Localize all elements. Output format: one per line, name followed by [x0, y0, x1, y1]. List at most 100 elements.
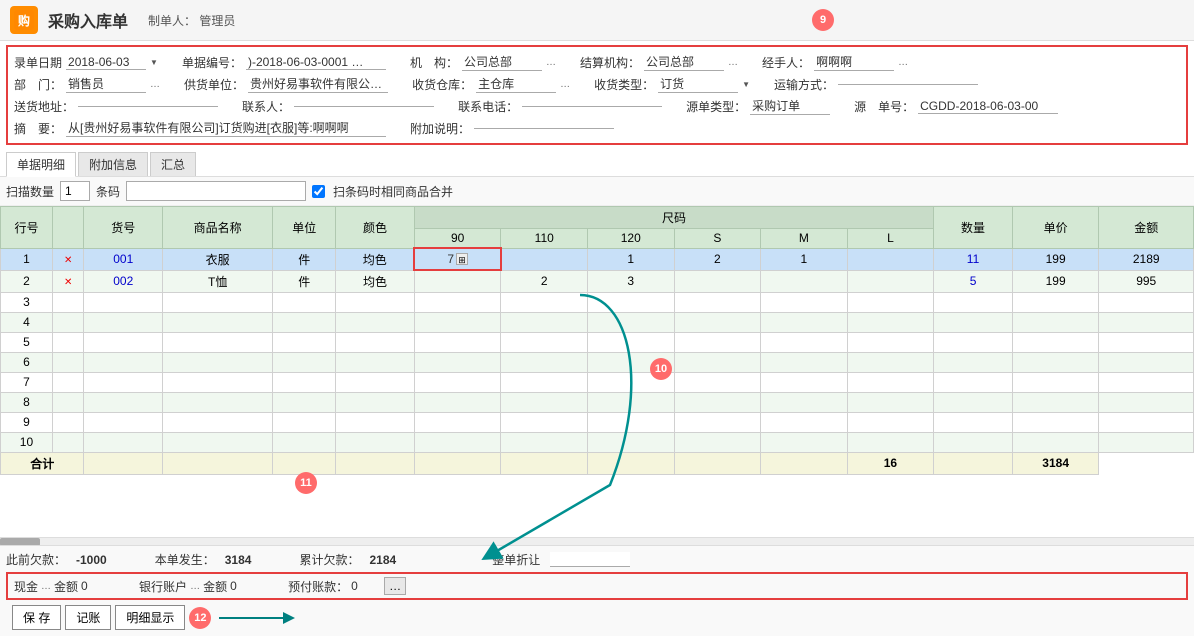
cell-unit-price[interactable]: [1012, 312, 1099, 332]
cell-size-120[interactable]: [588, 372, 675, 392]
docno-value[interactable]: )-2018-06-03-0001 …: [246, 55, 386, 70]
table-row[interactable]: 4: [1, 312, 1194, 332]
cell-size-M[interactable]: [761, 332, 848, 352]
cell-size-M[interactable]: [761, 392, 848, 412]
tab-extra[interactable]: 附加信息: [78, 152, 148, 176]
table-row[interactable]: 7: [1, 372, 1194, 392]
bank-dots[interactable]: …: [190, 581, 200, 592]
cell-goods-no[interactable]: 001: [84, 248, 163, 270]
cell-size-90[interactable]: [414, 332, 501, 352]
cell-size-S[interactable]: [674, 412, 761, 432]
cell-size-S[interactable]: [674, 352, 761, 372]
cell-size-110[interactable]: [501, 392, 588, 412]
cell-size-L[interactable]: [847, 332, 934, 352]
cell-row-icon[interactable]: [52, 412, 83, 432]
table-row[interactable]: 2✕002T恤件均色235199995: [1, 270, 1194, 292]
cell-size-L[interactable]: [847, 372, 934, 392]
warehouse-value[interactable]: 主仓库: [476, 75, 556, 93]
table-row[interactable]: 6: [1, 352, 1194, 372]
cell-goods-no[interactable]: [84, 292, 163, 312]
memo-value[interactable]: 从[贵州好易事软件有限公司]订货购进[衣服]等:啊啊啊: [66, 119, 386, 137]
cash-amount-value[interactable]: 0: [81, 579, 111, 593]
cell-size-S[interactable]: [674, 372, 761, 392]
extra-value[interactable]: [474, 128, 614, 129]
cell-size-M[interactable]: [761, 352, 848, 372]
table-row[interactable]: 8: [1, 392, 1194, 412]
contact-value[interactable]: [294, 106, 434, 107]
save-button[interactable]: 保 存: [12, 605, 61, 630]
cell-goods-no[interactable]: 002: [84, 270, 163, 292]
handler-value[interactable]: 啊啊啊: [814, 53, 894, 71]
cell-size-110[interactable]: [501, 372, 588, 392]
scan-qty-input[interactable]: [60, 181, 90, 201]
cell-size-110[interactable]: [501, 248, 588, 270]
cell-goods-name[interactable]: [163, 432, 273, 452]
cell-size-L[interactable]: [847, 248, 934, 270]
cell-size-M[interactable]: 1: [761, 248, 848, 270]
account-button[interactable]: 记账: [65, 605, 111, 630]
cell-goods-name[interactable]: [163, 412, 273, 432]
cell-goods-name[interactable]: T恤: [163, 270, 273, 292]
cell-goods-name[interactable]: [163, 392, 273, 412]
cell-size-90[interactable]: 7⊞: [414, 248, 501, 270]
cell-size-90[interactable]: [414, 372, 501, 392]
cell-unit-price[interactable]: 199: [1012, 248, 1099, 270]
cell-goods-no[interactable]: [84, 392, 163, 412]
tab-detail[interactable]: 单据明细: [6, 152, 76, 177]
receive-type-dropdown-icon[interactable]: ▼: [742, 80, 750, 89]
table-row[interactable]: 10: [1, 432, 1194, 452]
cell-unit-price[interactable]: [1012, 432, 1099, 452]
cell-size-S[interactable]: [674, 270, 761, 292]
cell-size-90[interactable]: [414, 432, 501, 452]
org-value[interactable]: 公司总部: [462, 53, 542, 71]
cell-goods-no[interactable]: [84, 312, 163, 332]
cell-size-M[interactable]: [761, 432, 848, 452]
cell-size-110[interactable]: [501, 312, 588, 332]
cell-row-icon[interactable]: [52, 312, 83, 332]
cell-row-icon[interactable]: [52, 332, 83, 352]
cell-size-M[interactable]: [761, 292, 848, 312]
cell-goods-name[interactable]: [163, 332, 273, 352]
cell-size-120[interactable]: [588, 392, 675, 412]
cell-size-110[interactable]: [501, 412, 588, 432]
cell-size-90[interactable]: [414, 392, 501, 412]
source-type-value[interactable]: 采购订单: [750, 97, 830, 115]
cell-unit-price[interactable]: [1012, 332, 1099, 352]
discount-input[interactable]: [550, 552, 630, 567]
cell-size-120[interactable]: [588, 312, 675, 332]
cell-unit-price[interactable]: 199: [1012, 270, 1099, 292]
cell-size-90[interactable]: [414, 292, 501, 312]
cell-unit-price[interactable]: [1012, 352, 1099, 372]
warehouse-dots[interactable]: …: [560, 79, 570, 90]
scan-barcode-input[interactable]: [126, 181, 306, 201]
cell-size-L[interactable]: [847, 352, 934, 372]
cell-size-L[interactable]: [847, 312, 934, 332]
table-row[interactable]: 9: [1, 412, 1194, 432]
date-dropdown-icon[interactable]: ▼: [150, 58, 158, 67]
cell-size-L[interactable]: [847, 292, 934, 312]
cell-unit-price[interactable]: [1012, 412, 1099, 432]
org-dots[interactable]: …: [546, 57, 556, 68]
cell-size-90[interactable]: [414, 352, 501, 372]
cell-size-90[interactable]: [414, 270, 501, 292]
cell-size-S[interactable]: 2: [674, 248, 761, 270]
cell-size-L[interactable]: [847, 392, 934, 412]
cell-row-icon[interactable]: ✕: [52, 270, 83, 292]
cell-goods-name[interactable]: [163, 352, 273, 372]
handler-dots[interactable]: …: [898, 57, 908, 68]
source-no-value[interactable]: CGDD-2018-06-03-00: [918, 99, 1058, 114]
cell-size-120[interactable]: 1: [588, 248, 675, 270]
dept-value[interactable]: 销售员: [66, 75, 146, 93]
prepay-button[interactable]: …: [384, 577, 406, 595]
cell-size-120[interactable]: [588, 332, 675, 352]
table-row[interactable]: 3: [1, 292, 1194, 312]
cell-goods-no[interactable]: [84, 332, 163, 352]
cell-unit-price[interactable]: [1012, 392, 1099, 412]
scroll-bar[interactable]: [0, 537, 1194, 545]
cell-row-icon[interactable]: [52, 292, 83, 312]
cell-size-110[interactable]: [501, 352, 588, 372]
cell-size-M[interactable]: [761, 270, 848, 292]
tab-summary[interactable]: 汇总: [150, 152, 196, 176]
cell-size-M[interactable]: [761, 372, 848, 392]
cell-goods-no[interactable]: [84, 352, 163, 372]
